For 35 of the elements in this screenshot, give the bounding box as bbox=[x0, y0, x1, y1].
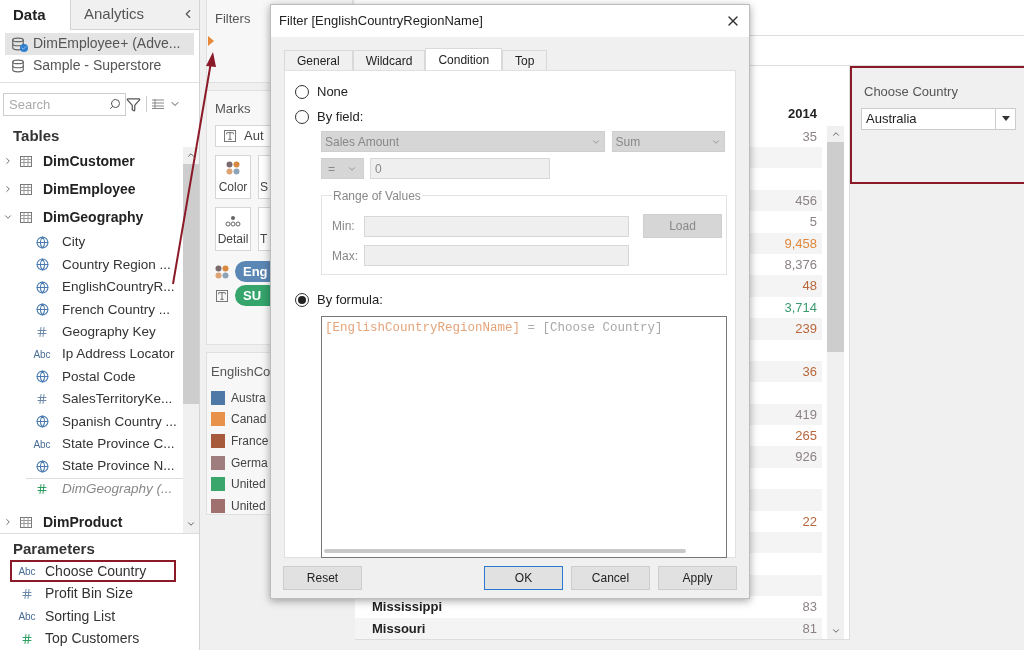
value-cell-text: 419 bbox=[795, 405, 817, 424]
radio-label: None bbox=[317, 82, 349, 101]
radio-label: By formula: bbox=[317, 290, 383, 309]
column-header: 2014 bbox=[788, 104, 817, 123]
min-label: Min: bbox=[332, 218, 356, 235]
value-cell-text: 3,714 bbox=[784, 298, 817, 317]
row-header-cell-text: Missouri bbox=[372, 619, 426, 638]
parameter-title: Choose Country bbox=[864, 82, 959, 101]
dialog-title: Filter [EnglishCountryRegionName] bbox=[279, 12, 484, 31]
value-cell-text: 5 bbox=[809, 213, 817, 232]
value-cell-text: 239 bbox=[795, 320, 817, 339]
row-header-cell-text: Mississippi bbox=[372, 598, 443, 617]
string-type-icon: Abc bbox=[33, 347, 51, 363]
value-cell-text: 456 bbox=[795, 191, 817, 210]
section-heading: Tables bbox=[12, 125, 61, 146]
radio-label: By field: bbox=[317, 107, 364, 126]
shelf-title: Filters bbox=[215, 10, 251, 28]
legend-title: EnglishCo bbox=[211, 363, 272, 381]
string-type-icon: Abc bbox=[33, 436, 51, 452]
shelf-title: Marks bbox=[215, 100, 251, 118]
value-cell-text: 36 bbox=[802, 362, 817, 381]
value-cell-text: 83 bbox=[802, 598, 817, 617]
formula-text: [EnglishCountryRegionName] = [Choose Country] bbox=[324, 320, 664, 337]
value-cell-text: 265 bbox=[795, 427, 817, 446]
string-type-icon: Abc bbox=[18, 608, 36, 624]
value-cell-text: 48 bbox=[802, 277, 817, 296]
value-cell-text: 8,376 bbox=[784, 255, 817, 274]
value-cell-text: 81 bbox=[802, 619, 817, 638]
max-label: Max: bbox=[332, 247, 356, 265]
value-cell-text: 9,458 bbox=[784, 234, 817, 253]
string-type-icon: Abc bbox=[18, 563, 36, 579]
value-cell-text: 926 bbox=[795, 448, 817, 467]
value-cell-text: 22 bbox=[802, 512, 817, 531]
value-cell-text: 35 bbox=[802, 127, 817, 146]
section-heading: Parameters bbox=[12, 539, 96, 559]
